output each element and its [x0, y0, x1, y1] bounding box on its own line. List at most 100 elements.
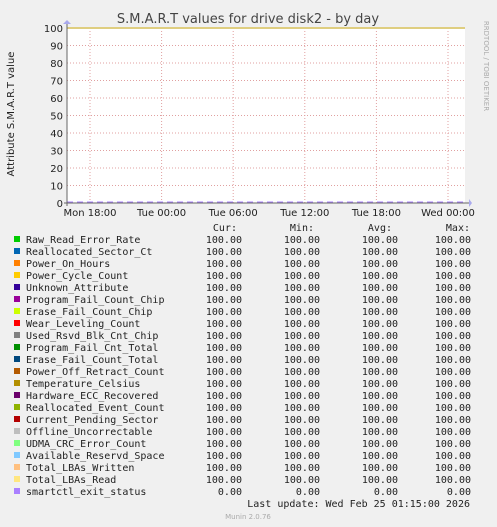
- munin-version: Munin 2.0.76: [225, 513, 271, 521]
- legend-value-cur: 0.00: [218, 487, 242, 498]
- legend-value-avg: 100.00: [362, 355, 398, 366]
- legend-series-name: Current_Pending_Sector: [26, 415, 158, 426]
- legend-series-name: Program_Fail_Cnt_Total: [26, 343, 158, 354]
- x-tick-label: Tue 00:00: [136, 208, 186, 219]
- legend-value-cur: 100.00: [206, 343, 242, 354]
- legend-value-min: 100.00: [284, 283, 320, 294]
- legend-swatch: [14, 476, 20, 482]
- legend-value-avg: 0.00: [374, 487, 398, 498]
- legend-value-avg: 100.00: [362, 463, 398, 474]
- legend-value-min: 100.00: [284, 343, 320, 354]
- legend-swatch: [14, 344, 20, 350]
- legend-series-name: Program_Fail_Count_Chip: [26, 295, 164, 306]
- y-tick-label: 60: [50, 94, 63, 105]
- legend-value-min: 100.00: [284, 247, 320, 258]
- legend-series-name: Total_LBAs_Written: [26, 463, 134, 474]
- legend-value-max: 100.00: [435, 427, 471, 438]
- legend-value-max: 100.00: [435, 355, 471, 366]
- legend-header-max: Max:: [446, 223, 470, 234]
- legend-value-min: 100.00: [284, 379, 320, 390]
- legend-value-cur: 100.00: [206, 259, 242, 270]
- legend-value-max: 100.00: [435, 331, 471, 342]
- legend-series-name: Power_Cycle_Count: [26, 271, 128, 282]
- legend-value-cur: 100.00: [206, 379, 242, 390]
- legend-series-name: smartctl_exit_status: [26, 487, 146, 498]
- legend-value-min: 100.00: [284, 319, 320, 330]
- legend-value-avg: 100.00: [362, 283, 398, 294]
- x-tick-label: Tue 06:00: [208, 208, 258, 219]
- legend-swatch: [14, 488, 20, 494]
- legend-value-min: 100.00: [284, 367, 320, 378]
- legend-value-min: 100.00: [284, 259, 320, 270]
- legend-series-name: Temperature_Celsius: [26, 379, 140, 390]
- legend-value-cur: 100.00: [206, 283, 242, 294]
- legend-swatch: [14, 260, 20, 266]
- legend-value-avg: 100.00: [362, 235, 398, 246]
- legend-series-name: Erase_Fail_Count_Chip: [26, 307, 152, 318]
- legend-series-name: Offline_Uncorrectable: [26, 427, 152, 438]
- legend-swatch: [14, 464, 20, 470]
- legend-swatch: [14, 320, 20, 326]
- y-tick-label: 50: [50, 112, 63, 123]
- legend-value-max: 100.00: [435, 283, 471, 294]
- legend-value-min: 100.00: [284, 439, 320, 450]
- legend-value-min: 100.00: [284, 415, 320, 426]
- legend-value-min: 100.00: [284, 403, 320, 414]
- legend-series-name: Reallocated_Sector_Ct: [26, 247, 152, 258]
- legend-swatch: [14, 332, 20, 338]
- y-tick-label: 100: [44, 24, 63, 35]
- legend-swatch: [14, 428, 20, 434]
- legend-value-cur: 100.00: [206, 319, 242, 330]
- legend-value-min: 100.00: [284, 475, 320, 486]
- legend-value-avg: 100.00: [362, 259, 398, 270]
- y-tick-label: 70: [50, 77, 63, 88]
- legend-value-cur: 100.00: [206, 307, 242, 318]
- legend-swatch: [14, 272, 20, 278]
- legend-value-max: 100.00: [435, 367, 471, 378]
- smart-chart: S.M.A.R.T values for drive disk2 - by da…: [0, 0, 497, 527]
- legend-swatch: [14, 440, 20, 446]
- legend-value-max: 100.00: [435, 319, 471, 330]
- legend-header-avg: Avg:: [368, 223, 392, 234]
- legend-value-cur: 100.00: [206, 247, 242, 258]
- legend-value-cur: 100.00: [206, 463, 242, 474]
- legend-value-min: 100.00: [284, 295, 320, 306]
- y-tick-label: 0: [57, 199, 63, 210]
- legend-value-cur: 100.00: [206, 331, 242, 342]
- legend-value-cur: 100.00: [206, 475, 242, 486]
- legend-value-max: 100.00: [435, 463, 471, 474]
- legend-swatch: [14, 296, 20, 302]
- legend-value-max: 100.00: [435, 247, 471, 258]
- legend-value-max: 100.00: [435, 379, 471, 390]
- legend-swatch: [14, 248, 20, 254]
- legend-value-cur: 100.00: [206, 367, 242, 378]
- legend-value-avg: 100.00: [362, 391, 398, 402]
- legend-value-min: 100.00: [284, 307, 320, 318]
- legend-value-min: 100.00: [284, 271, 320, 282]
- legend-value-avg: 100.00: [362, 319, 398, 330]
- legend-value-min: 100.00: [284, 235, 320, 246]
- legend-series-name: Raw_Read_Error_Rate: [26, 235, 140, 246]
- legend-value-cur: 100.00: [206, 415, 242, 426]
- legend-value-avg: 100.00: [362, 367, 398, 378]
- legend-value-max: 100.00: [435, 271, 471, 282]
- legend-value-cur: 100.00: [206, 391, 242, 402]
- x-tick-label: Mon 18:00: [63, 208, 116, 219]
- y-tick-label: 80: [50, 59, 63, 70]
- legend-header-cur: Cur:: [213, 223, 237, 234]
- legend-value-max: 100.00: [435, 391, 471, 402]
- legend-value-cur: 100.00: [206, 271, 242, 282]
- legend-swatch: [14, 236, 20, 242]
- legend-series-name: Power_On_Hours: [26, 259, 110, 270]
- y-tick-label: 40: [50, 129, 63, 140]
- legend-value-min: 100.00: [284, 451, 320, 462]
- legend-value-max: 100.00: [435, 307, 471, 318]
- x-tick-label: Wed 00:00: [421, 208, 475, 219]
- legend-value-avg: 100.00: [362, 439, 398, 450]
- legend-swatch: [14, 380, 20, 386]
- legend-value-avg: 100.00: [362, 379, 398, 390]
- legend-value-cur: 100.00: [206, 451, 242, 462]
- legend-value-avg: 100.00: [362, 295, 398, 306]
- legend-swatch: [14, 284, 20, 290]
- legend-value-cur: 100.00: [206, 403, 242, 414]
